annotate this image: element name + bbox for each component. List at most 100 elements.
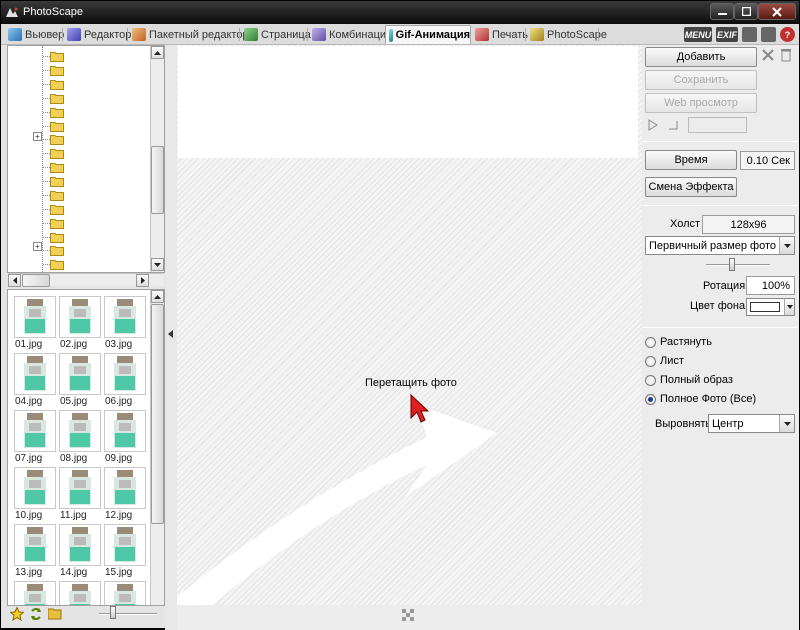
scroll-up-button[interactable] <box>151 290 164 303</box>
scroll-thumb[interactable] <box>151 146 164 214</box>
refresh-icon[interactable] <box>29 607 43 621</box>
thumbnail-item[interactable]: 07.jpg <box>14 410 56 464</box>
tree-expander[interactable]: + <box>33 242 42 251</box>
arrow-right-icon <box>140 277 145 284</box>
tree-vertical-scrollbar[interactable] <box>150 46 164 272</box>
folder-icon[interactable] <box>50 162 64 173</box>
thumbnail-item[interactable]: 09.jpg <box>104 410 146 464</box>
thumbnail-size-slider[interactable] <box>99 613 157 615</box>
close-button[interactable] <box>758 3 796 20</box>
folder-icon[interactable] <box>50 218 64 229</box>
folder-icon[interactable] <box>50 190 64 201</box>
radio-stretch[interactable]: Растянуть <box>645 336 712 348</box>
trash-icon[interactable] <box>780 48 792 62</box>
rotation-input[interactable]: 100% <box>746 276 795 295</box>
photo-thumbnail-icon <box>69 527 91 562</box>
folder-icon[interactable] <box>50 51 64 62</box>
scroll-left-button[interactable] <box>8 274 21 287</box>
folder-icon[interactable] <box>50 204 64 215</box>
radio-indicator <box>645 374 656 386</box>
panel-splitter[interactable] <box>165 45 177 630</box>
animation-canvas[interactable]: Перетащить фото <box>177 45 642 605</box>
change-effect-button[interactable]: Смена Эффекта <box>645 177 737 197</box>
dropdown-button[interactable] <box>779 237 794 254</box>
save-button[interactable]: Сохранить <box>645 70 757 90</box>
add-button[interactable]: Добавить <box>645 47 757 67</box>
folder-icon[interactable] <box>50 148 64 159</box>
dropdown-button[interactable] <box>779 415 794 432</box>
thumbnail-item[interactable]: 12.jpg <box>104 467 146 521</box>
tab-page[interactable]: Страница <box>241 25 311 44</box>
color-dropdown-button[interactable] <box>784 299 794 315</box>
radio-full-photo-all[interactable]: Полное Фото (Все) <box>645 393 756 405</box>
thumbnail-item[interactable]: 10.jpg <box>14 467 56 521</box>
stop-icon[interactable] <box>668 120 678 130</box>
scroll-thumb[interactable] <box>151 304 164 524</box>
maximize-button[interactable] <box>734 3 758 20</box>
thumbnail-scrollbar[interactable] <box>150 290 164 605</box>
folder-icon[interactable] <box>50 65 64 76</box>
app-window: PhotoScape Вьювер Редактор Пакетный реда… <box>0 0 800 630</box>
title-bar[interactable]: PhotoScape <box>1 1 799 24</box>
scroll-right-button[interactable] <box>136 274 149 287</box>
thumbnail-item[interactable]: 11.jpg <box>59 467 101 521</box>
tab-batch-editor[interactable]: Пакетный редактор <box>129 25 249 44</box>
thumbnail-item[interactable]: 14.jpg <box>59 524 101 578</box>
size-slider[interactable] <box>706 264 770 266</box>
tab-gif-animation[interactable]: Gif-Анимация <box>385 25 471 44</box>
thumbnail-item[interactable]: 02.jpg <box>59 296 101 350</box>
folder-icon[interactable] <box>50 79 64 90</box>
thumbnail-item[interactable]: 13.jpg <box>14 524 56 578</box>
slider-handle[interactable] <box>110 606 116 619</box>
help-icon[interactable]: ? <box>780 27 795 42</box>
tab-editor[interactable]: Редактор <box>64 25 131 44</box>
thumbnail-item[interactable]: 06.jpg <box>104 353 146 407</box>
play-icon[interactable] <box>648 119 658 131</box>
tab-combine[interactable]: Комбинация <box>309 25 392 44</box>
tab-print[interactable]: Печать <box>472 25 528 44</box>
tab-viewer[interactable]: Вьювер <box>5 25 64 44</box>
scroll-down-button[interactable] <box>151 258 164 271</box>
delete-cross-icon[interactable] <box>762 49 774 61</box>
web-preview-button[interactable]: Web просмотр <box>645 93 757 113</box>
folder-icon[interactable] <box>50 245 64 256</box>
star-icon[interactable] <box>10 607 24 621</box>
tab-photoscape[interactable]: PhotoScape <box>527 25 607 44</box>
radio-sheet[interactable]: Лист <box>645 355 684 367</box>
thumbnail-item[interactable]: 03.jpg <box>104 296 146 350</box>
folder-icon[interactable] <box>50 121 64 132</box>
transparency-checker-icon[interactable] <box>402 609 414 621</box>
scroll-up-button[interactable] <box>151 46 164 59</box>
time-value[interactable]: 0.10 Сек <box>740 151 795 170</box>
align-select[interactable]: Центр <box>708 414 795 433</box>
folder-icon[interactable] <box>50 176 64 187</box>
window-layout-icon[interactable] <box>742 27 757 42</box>
folder-icon[interactable] <box>50 107 64 118</box>
minimize-button[interactable] <box>710 3 734 20</box>
menu-button[interactable]: MENU <box>684 27 712 42</box>
thumbnail-filename: 12.jpg <box>105 510 133 521</box>
size-mode-select[interactable]: Первичный размер фото <box>645 236 795 255</box>
thumbnail-filename: 10.jpg <box>15 510 43 521</box>
folder-icon[interactable] <box>50 232 64 243</box>
collapse-arrow-icon[interactable] <box>168 330 173 338</box>
radio-full-image[interactable]: Полный образ <box>645 374 733 386</box>
thumbnail-item[interactable]: 01.jpg <box>14 296 56 350</box>
time-button[interactable]: Время <box>645 150 737 170</box>
folder-icon[interactable] <box>50 134 64 145</box>
thumbnail-item[interactable]: 15.jpg <box>104 524 146 578</box>
folder-icon[interactable] <box>50 259 64 270</box>
tree-expander[interactable]: + <box>33 132 42 141</box>
background-color-picker[interactable] <box>746 298 795 316</box>
folder-icon[interactable] <box>50 93 64 104</box>
scroll-thumb[interactable] <box>22 274 50 287</box>
thumbnail-item[interactable]: 05.jpg <box>59 353 101 407</box>
folder-tree: + + <box>7 45 165 273</box>
thumbnail-item[interactable]: 04.jpg <box>14 353 56 407</box>
copy-window-icon[interactable] <box>761 27 776 42</box>
thumbnail-item[interactable]: 08.jpg <box>59 410 101 464</box>
open-folder-icon[interactable] <box>48 607 63 620</box>
tree-horizontal-scrollbar[interactable] <box>8 273 164 287</box>
exif-button[interactable]: EXIF <box>716 27 738 42</box>
slider-handle[interactable] <box>729 258 735 271</box>
